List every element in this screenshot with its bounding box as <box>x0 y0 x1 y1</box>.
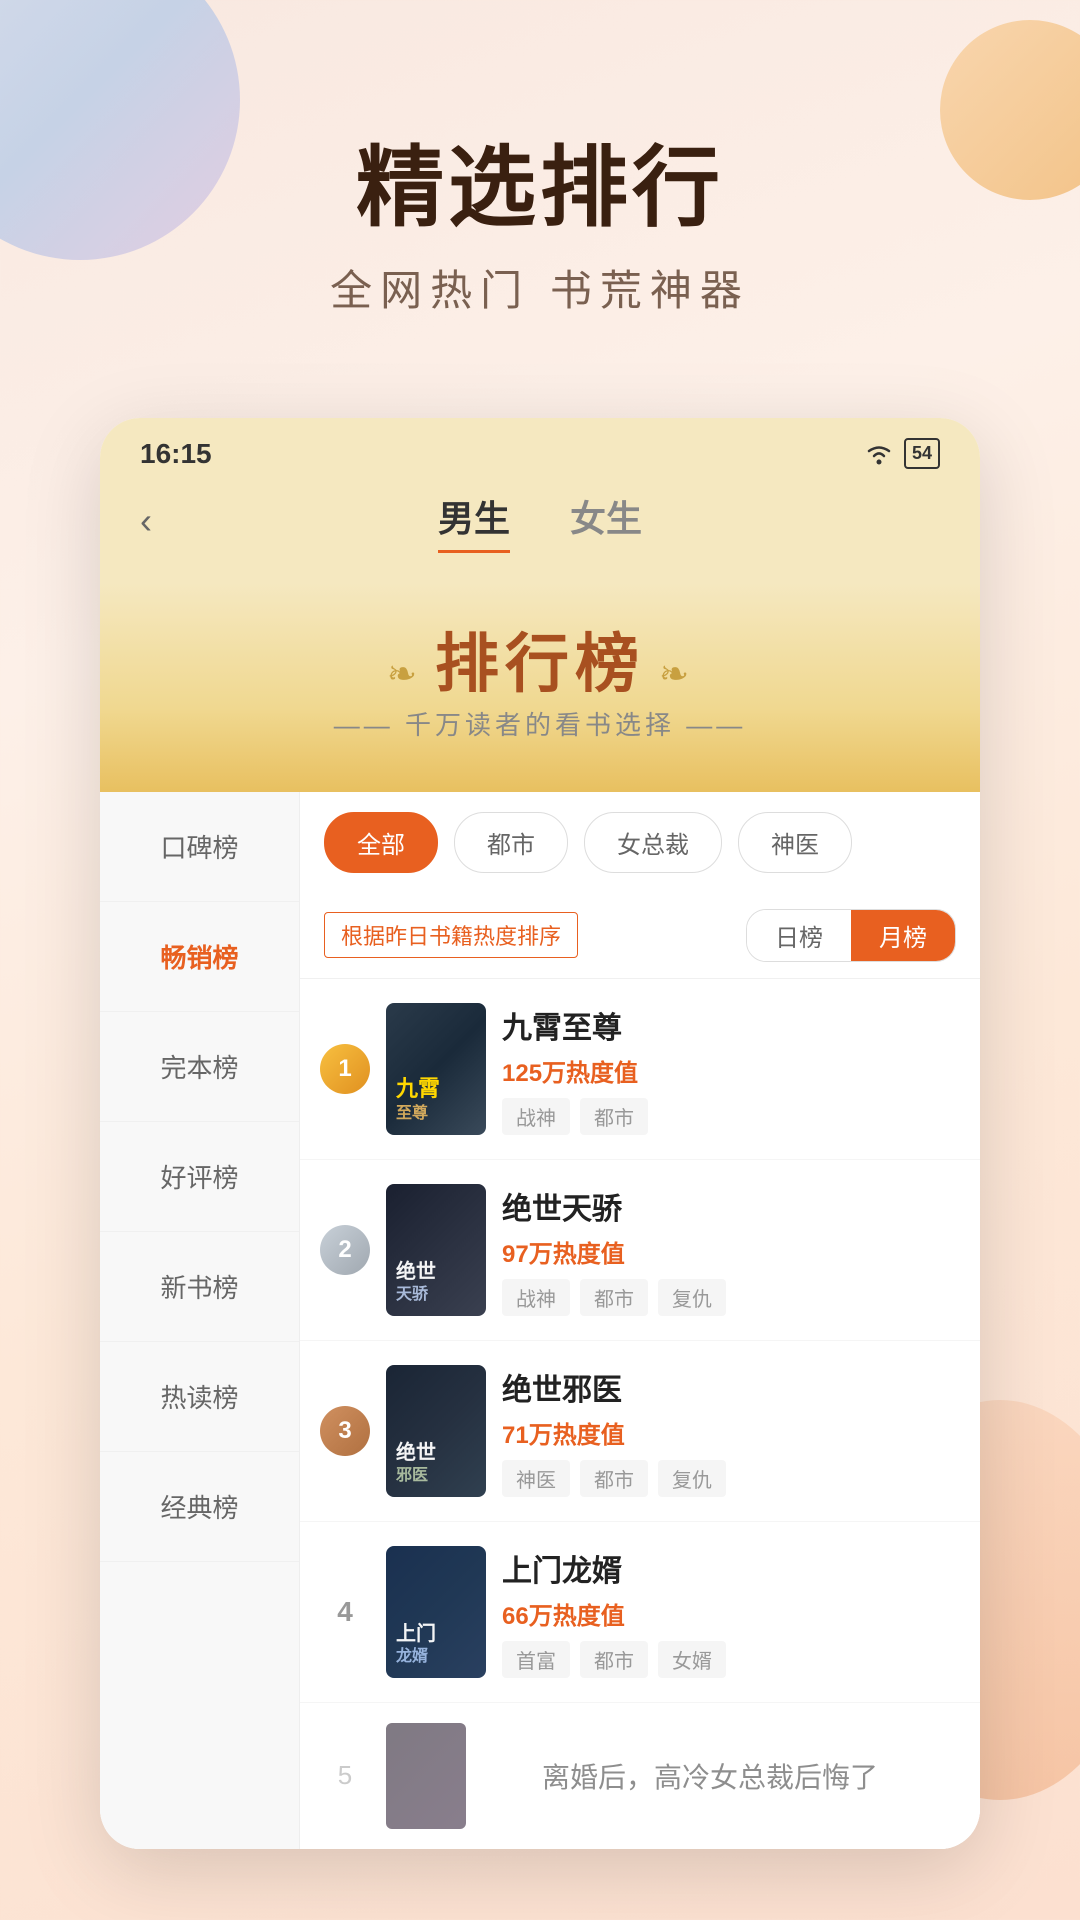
book-tag-1: 都市 <box>580 1098 648 1135</box>
book-cover-4: 上门 龙婿 <box>386 1546 486 1678</box>
battery-indicator: 54 <box>904 438 940 469</box>
book-tag-3-0: 神医 <box>502 1460 570 1497</box>
sidebar-item-redu[interactable]: 热读榜 <box>100 1342 299 1452</box>
book-item-3[interactable]: 3 绝世 邪医 绝世邪医 71万热度值 神医 都市 <box>300 1341 980 1522</box>
book-cover-1: 九霄 至尊 <box>386 1003 486 1135</box>
book-heat-3: 71万热度值 <box>502 1415 960 1450</box>
status-bar: 16:15 54 <box>100 418 980 480</box>
peek-rank: 5 <box>320 1760 370 1791</box>
hero-title: 精选排行 <box>0 140 1080 237</box>
header-nav: ‹ 男生 女生 <box>100 480 980 583</box>
book-title-4: 上门龙婿 <box>502 1546 960 1590</box>
filter-shenyi[interactable]: 神医 <box>738 812 852 873</box>
book-list: 1 九霄 至尊 九霄至尊 125万热度值 战神 都市 <box>300 979 980 1849</box>
book-info-3: 绝世邪医 71万热度值 神医 都市 复仇 <box>502 1365 960 1497</box>
rank-num-4: 4 <box>320 1596 370 1628</box>
book-tag-2-2: 复仇 <box>658 1279 726 1316</box>
book-tag-3-2: 复仇 <box>658 1460 726 1497</box>
banner-decorations: ❧ 排行榜 ❧ <box>140 613 940 705</box>
banner-subtitle: —— 千万读者的看书选择 —— <box>140 705 940 742</box>
status-icons: 54 <box>864 438 940 469</box>
hero-subtitle: 全网热门 书荒神器 <box>0 257 1080 318</box>
book-info-1: 九霄至尊 125万热度值 战神 都市 <box>502 1003 960 1135</box>
book-title-1: 九霄至尊 <box>502 1003 960 1047</box>
filter-nvzongcai[interactable]: 女总裁 <box>584 812 722 873</box>
sort-tab-daily[interactable]: 日榜 <box>747 910 851 961</box>
book-info-2: 绝世天骄 97万热度值 战神 都市 复仇 <box>502 1184 960 1316</box>
rank-medal-3: 3 <box>320 1406 370 1456</box>
book-tag-4-2: 女婿 <box>658 1641 726 1678</box>
sidebar-item-haoping[interactable]: 好评榜 <box>100 1122 299 1232</box>
book-tag-0: 战神 <box>502 1098 570 1135</box>
book-heat-1: 125万热度值 <box>502 1053 960 1088</box>
book-tags-2: 战神 都市 复仇 <box>502 1279 960 1316</box>
sidebar-item-xinshu[interactable]: 新书榜 <box>100 1232 299 1342</box>
filter-all[interactable]: 全部 <box>324 812 438 873</box>
book-tag-4-1: 都市 <box>580 1641 648 1678</box>
book-cover-2: 绝世 天骄 <box>386 1184 486 1316</box>
rank-medal-1: 1 <box>320 1044 370 1094</box>
filter-bar: 全部 都市 女总裁 神医 <box>300 792 980 893</box>
peek-title: 离婚后，高冷女总裁后悔了 <box>542 1756 878 1796</box>
hero-section: 精选排行 全网热门 书荒神器 <box>0 0 1080 378</box>
book-title-3: 绝世邪医 <box>502 1365 960 1409</box>
tab-male[interactable]: 男生 <box>438 490 510 553</box>
book-tag-2-0: 战神 <box>502 1279 570 1316</box>
book-tag-3-1: 都市 <box>580 1460 648 1497</box>
phone-mockup: 16:15 54 ‹ 男生 女生 ❧ 排行 <box>100 418 980 1849</box>
sidebar-item-gudian[interactable]: 经典榜 <box>100 1452 299 1562</box>
nav-tabs: 男生 女生 <box>438 490 642 553</box>
sort-hint: 根据昨日书籍热度排序 <box>324 912 578 958</box>
book-info-4: 上门龙婿 66万热度值 首富 都市 女婿 <box>502 1546 960 1678</box>
book-tag-4-0: 首富 <box>502 1641 570 1678</box>
book-heat-2: 97万热度值 <box>502 1234 960 1269</box>
book-heat-4: 66万热度值 <box>502 1596 960 1631</box>
filter-dushi[interactable]: 都市 <box>454 812 568 873</box>
rank-medal-2: 2 <box>320 1225 370 1275</box>
back-button[interactable]: ‹ <box>140 500 152 542</box>
wifi-icon <box>864 443 894 465</box>
sidebar-item-koubei[interactable]: 口碑榜 <box>100 792 299 902</box>
book-tags-4: 首富 都市 女婿 <box>502 1641 960 1678</box>
peek-cover <box>386 1723 466 1829</box>
sidebar-item-changxiao[interactable]: 畅销榜 <box>100 902 299 1012</box>
sort-info: 根据昨日书籍热度排序 日榜 月榜 <box>300 893 980 979</box>
sort-tabs: 日榜 月榜 <box>746 909 956 962</box>
banner-area: ❧ 排行榜 ❧ —— 千万读者的看书选择 —— <box>100 583 980 792</box>
book-item-1[interactable]: 1 九霄 至尊 九霄至尊 125万热度值 战神 都市 <box>300 979 980 1160</box>
book-item-2[interactable]: 2 绝世 天骄 绝世天骄 97万热度值 战神 都市 <box>300 1160 980 1341</box>
main-content: 口碑榜 畅销榜 完本榜 好评榜 新书榜 热读榜 经典榜 全部 都市 女总裁 神医… <box>100 792 980 1849</box>
sidebar-item-wanben[interactable]: 完本榜 <box>100 1012 299 1122</box>
book-tag-2-1: 都市 <box>580 1279 648 1316</box>
book-item-4[interactable]: 4 上门 龙婿 上门龙婿 66万热度值 首富 都市 女婿 <box>300 1522 980 1703</box>
tab-female[interactable]: 女生 <box>570 490 642 553</box>
book-tags-1: 战神 都市 <box>502 1098 960 1135</box>
right-panel: 全部 都市 女总裁 神医 根据昨日书籍热度排序 日榜 月榜 1 <box>300 792 980 1849</box>
book-tags-3: 神医 都市 复仇 <box>502 1460 960 1497</box>
peek-item[interactable]: 5 离婚后，高冷女总裁后悔了 <box>300 1703 980 1849</box>
book-cover-3: 绝世 邪医 <box>386 1365 486 1497</box>
sidebar: 口碑榜 畅销榜 完本榜 好评榜 新书榜 热读榜 经典榜 <box>100 792 300 1849</box>
status-time: 16:15 <box>140 438 212 470</box>
banner-title: 排行榜 <box>435 628 645 700</box>
sort-tab-monthly[interactable]: 月榜 <box>851 910 955 961</box>
book-title-2: 绝世天骄 <box>502 1184 960 1228</box>
